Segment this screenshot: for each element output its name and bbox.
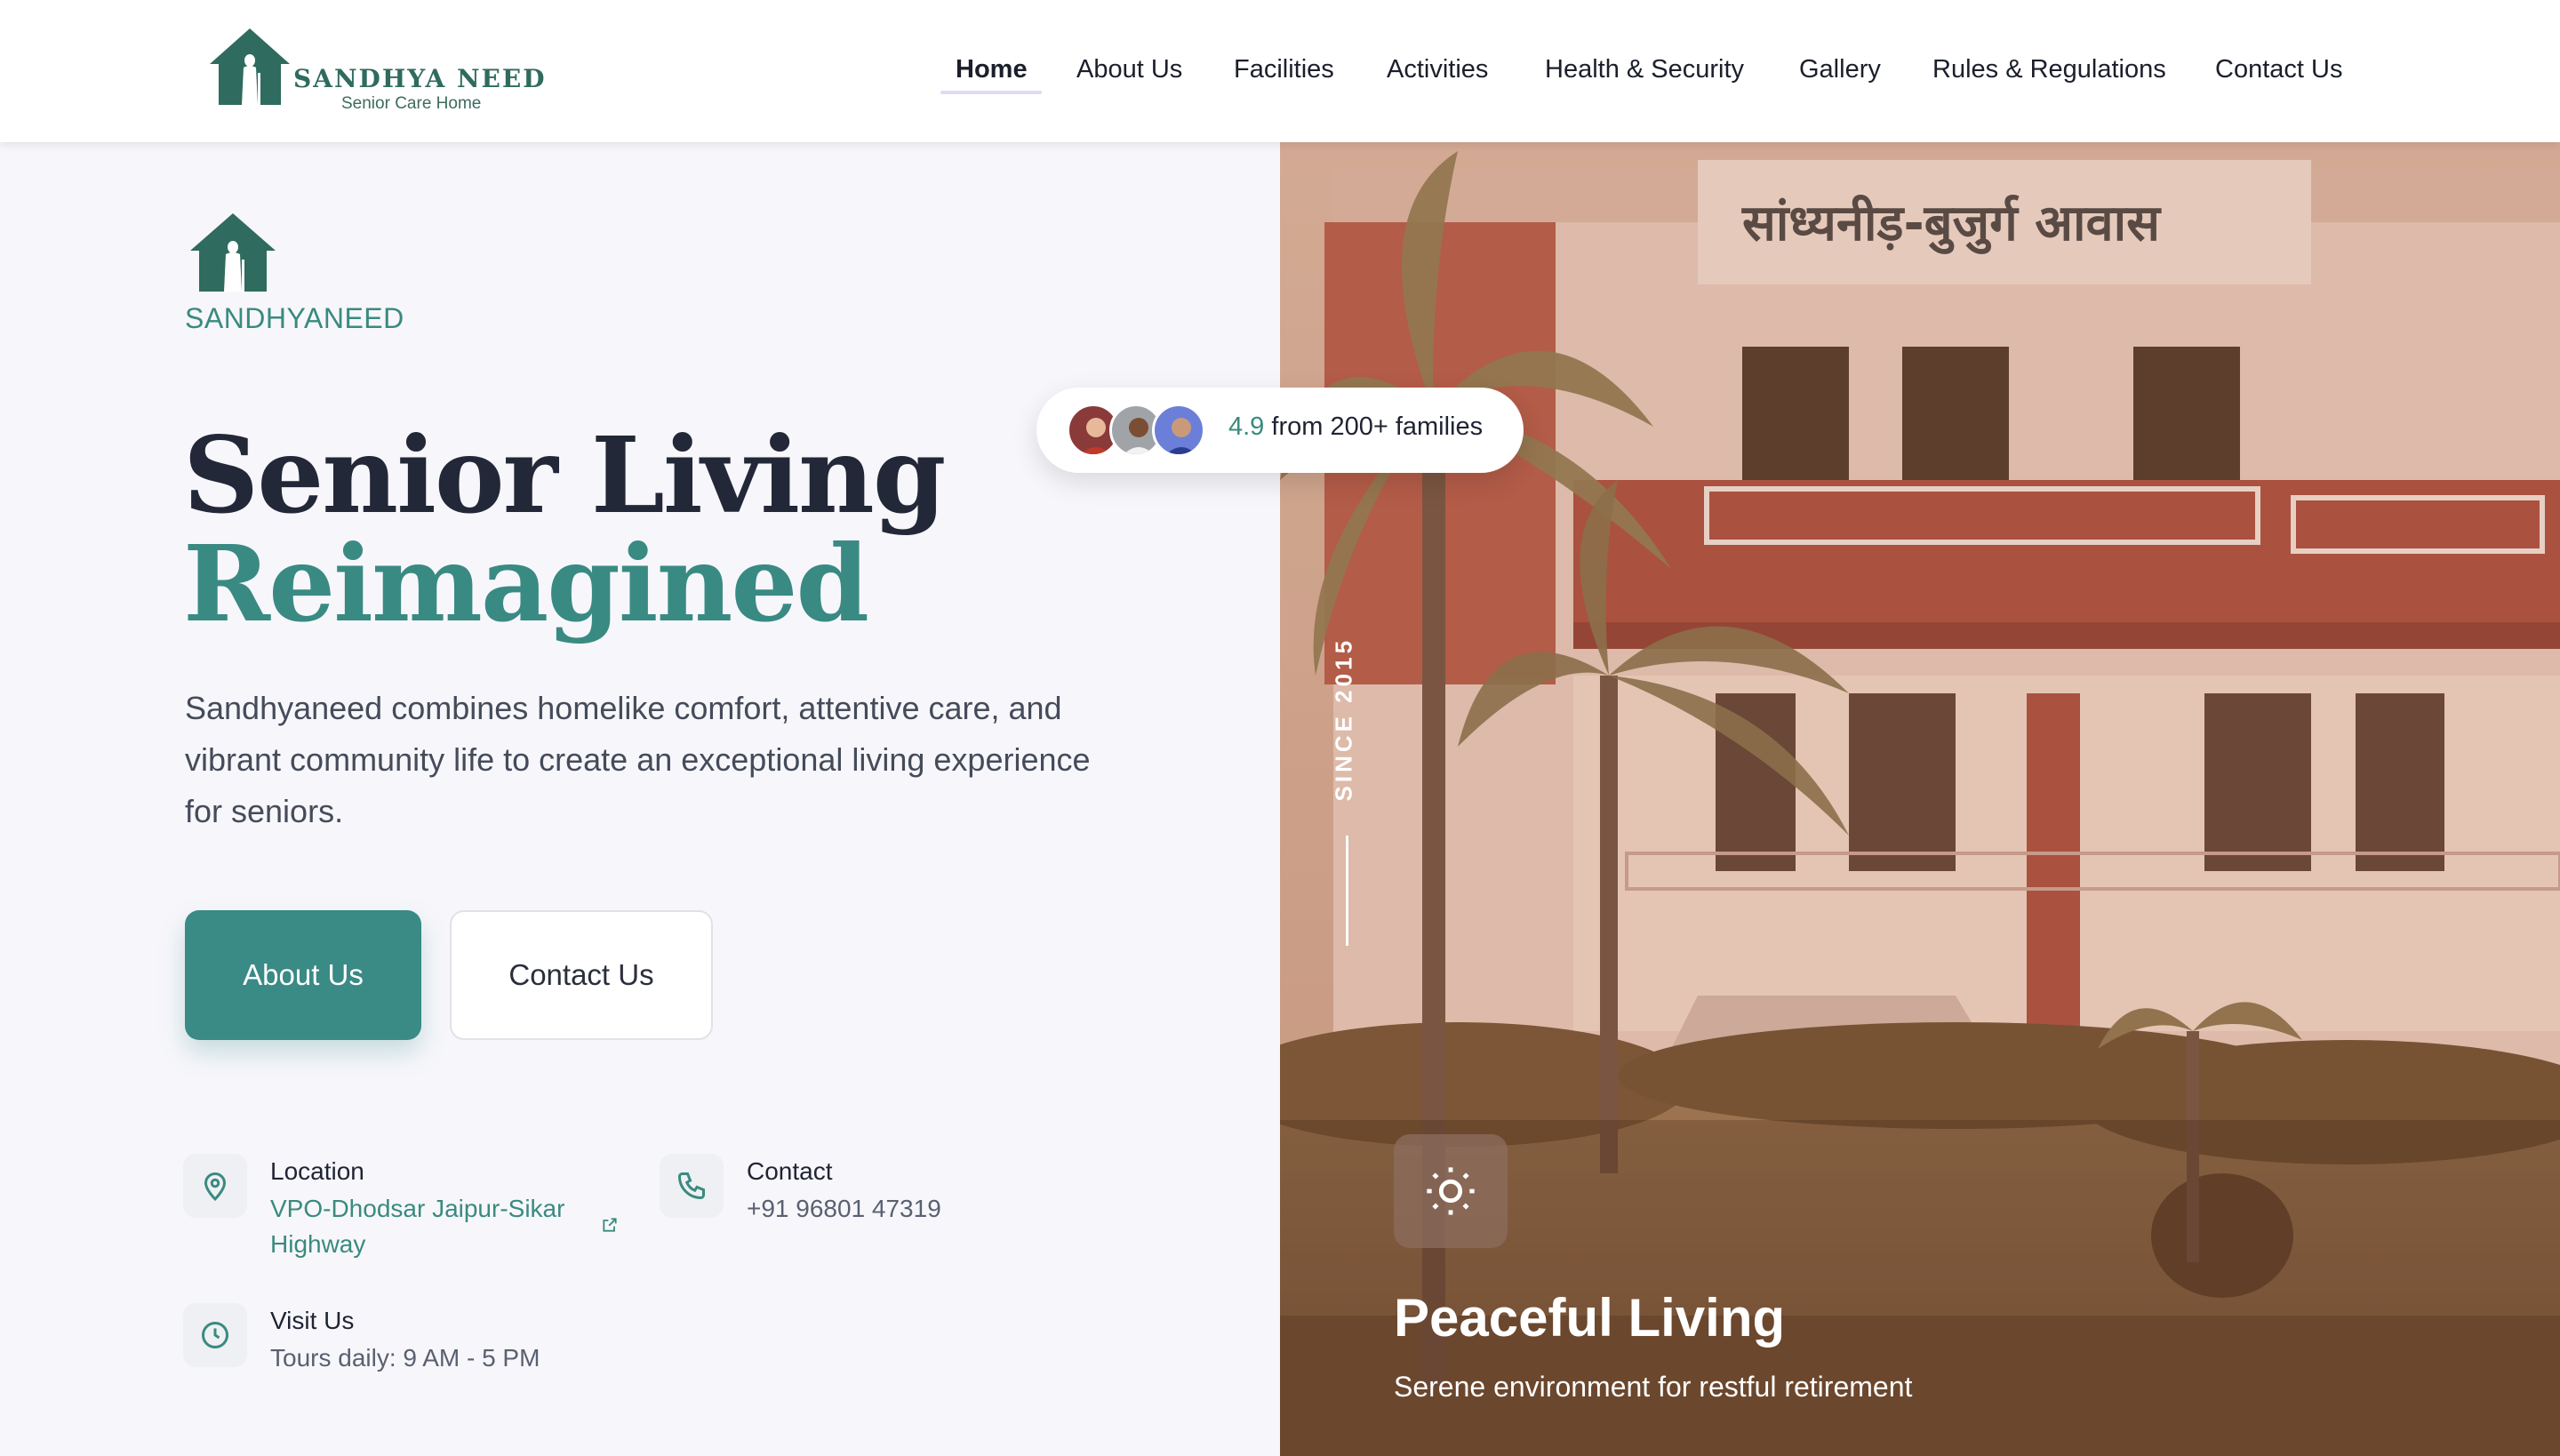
visit-hours: Tours daily: 9 AM - 5 PM (270, 1344, 540, 1372)
avatar (1152, 404, 1205, 457)
nav-home[interactable]: Home (956, 55, 1028, 84)
building-sign: सांध्यनीड़-बुजुर्ग आवास (1741, 194, 2162, 254)
since-divider (1346, 836, 1348, 946)
hero-title-line1: Senior Living (183, 413, 946, 537)
house-logo-icon (210, 28, 290, 105)
sun-icon (1427, 1167, 1475, 1215)
logo-tagline: Senior Care Home (341, 94, 482, 113)
hero-title-line2: Reimagined (183, 522, 869, 645)
brand-name: SANDHYANEED (185, 302, 404, 334)
site-logo[interactable]: SANDHYA NEED Senior Care Home (210, 25, 545, 117)
visit-title: Visit Us (270, 1307, 355, 1334)
hero-photo: सांध्यनीड़-बुजुर्ग आवास (1280, 142, 2560, 1456)
contact-us-button[interactable]: Contact Us (450, 910, 713, 1040)
external-link-icon[interactable] (601, 1216, 619, 1234)
site-header: SANDHYA NEED Senior Care Home Home About… (0, 0, 2560, 142)
about-us-button[interactable]: About Us (185, 910, 421, 1040)
rating-text: 4.9 from 200+ families (1228, 412, 1483, 442)
feature-title: Peaceful Living (1394, 1288, 1786, 1348)
nav-about-us[interactable]: About Us (1076, 55, 1182, 84)
feature-subtitle: Serene environment for restful retiremen… (1394, 1371, 1913, 1403)
contact-title: Contact (747, 1157, 833, 1185)
since-label: SINCE 2015 (1324, 636, 1364, 805)
nav-active-indicator (940, 91, 1042, 94)
phone-icon (660, 1154, 724, 1218)
rating-score: 4.9 (1228, 412, 1265, 441)
nav-contact-us[interactable]: Contact Us (2215, 55, 2342, 84)
location-link[interactable]: VPO-Dhodsar Jaipur-Sikar Highway (270, 1191, 608, 1262)
location-title: Location (270, 1157, 364, 1185)
nav-rules-regulations[interactable]: Rules & Regulations (1932, 55, 2166, 84)
nav-activities[interactable]: Activities (1387, 55, 1488, 84)
clock-icon (183, 1303, 247, 1367)
nav-facilities[interactable]: Facilities (1234, 55, 1334, 84)
rating-badge: 4.9 from 200+ families (1036, 388, 1524, 473)
sun-icon-box (1394, 1134, 1508, 1248)
contact-phone[interactable]: +91 96801 47319 (747, 1191, 941, 1227)
nav-health-security[interactable]: Health & Security (1545, 55, 1744, 84)
location-pin-icon (183, 1154, 247, 1218)
rating-label: from 200+ families (1271, 412, 1484, 441)
nav-gallery[interactable]: Gallery (1799, 55, 1881, 84)
building-photo-illustration: सांध्यनीड़-बुजुर्ग आवास (1280, 142, 2560, 1456)
hero-description: Sandhyaneed combines homelike comfort, a… (185, 690, 1091, 829)
logo-name: SANDHYA NEED (293, 64, 547, 93)
house-brand-icon (190, 213, 276, 292)
since-text: SINCE 2015 (1330, 636, 1357, 802)
